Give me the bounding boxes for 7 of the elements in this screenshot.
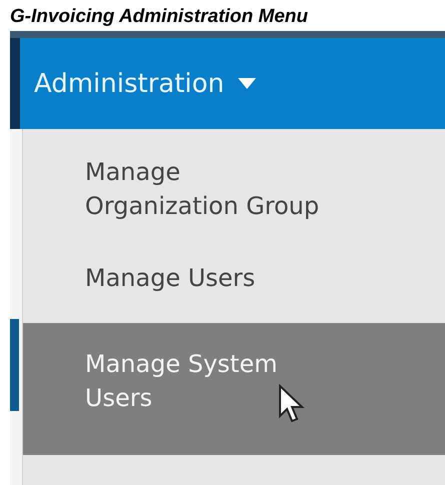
caret-icon [238,78,256,89]
menu-item[interactable]: Manage Organization Group [23,155,327,261]
administration-menu-button[interactable]: Administration [20,68,256,98]
cursor-icon [278,384,306,424]
menu-item[interactable]: Manage Users [23,261,327,323]
menu-item[interactable]: Manage System Users [23,323,445,455]
figure-caption: G-Invoicing Administration Menu [9,5,310,29]
